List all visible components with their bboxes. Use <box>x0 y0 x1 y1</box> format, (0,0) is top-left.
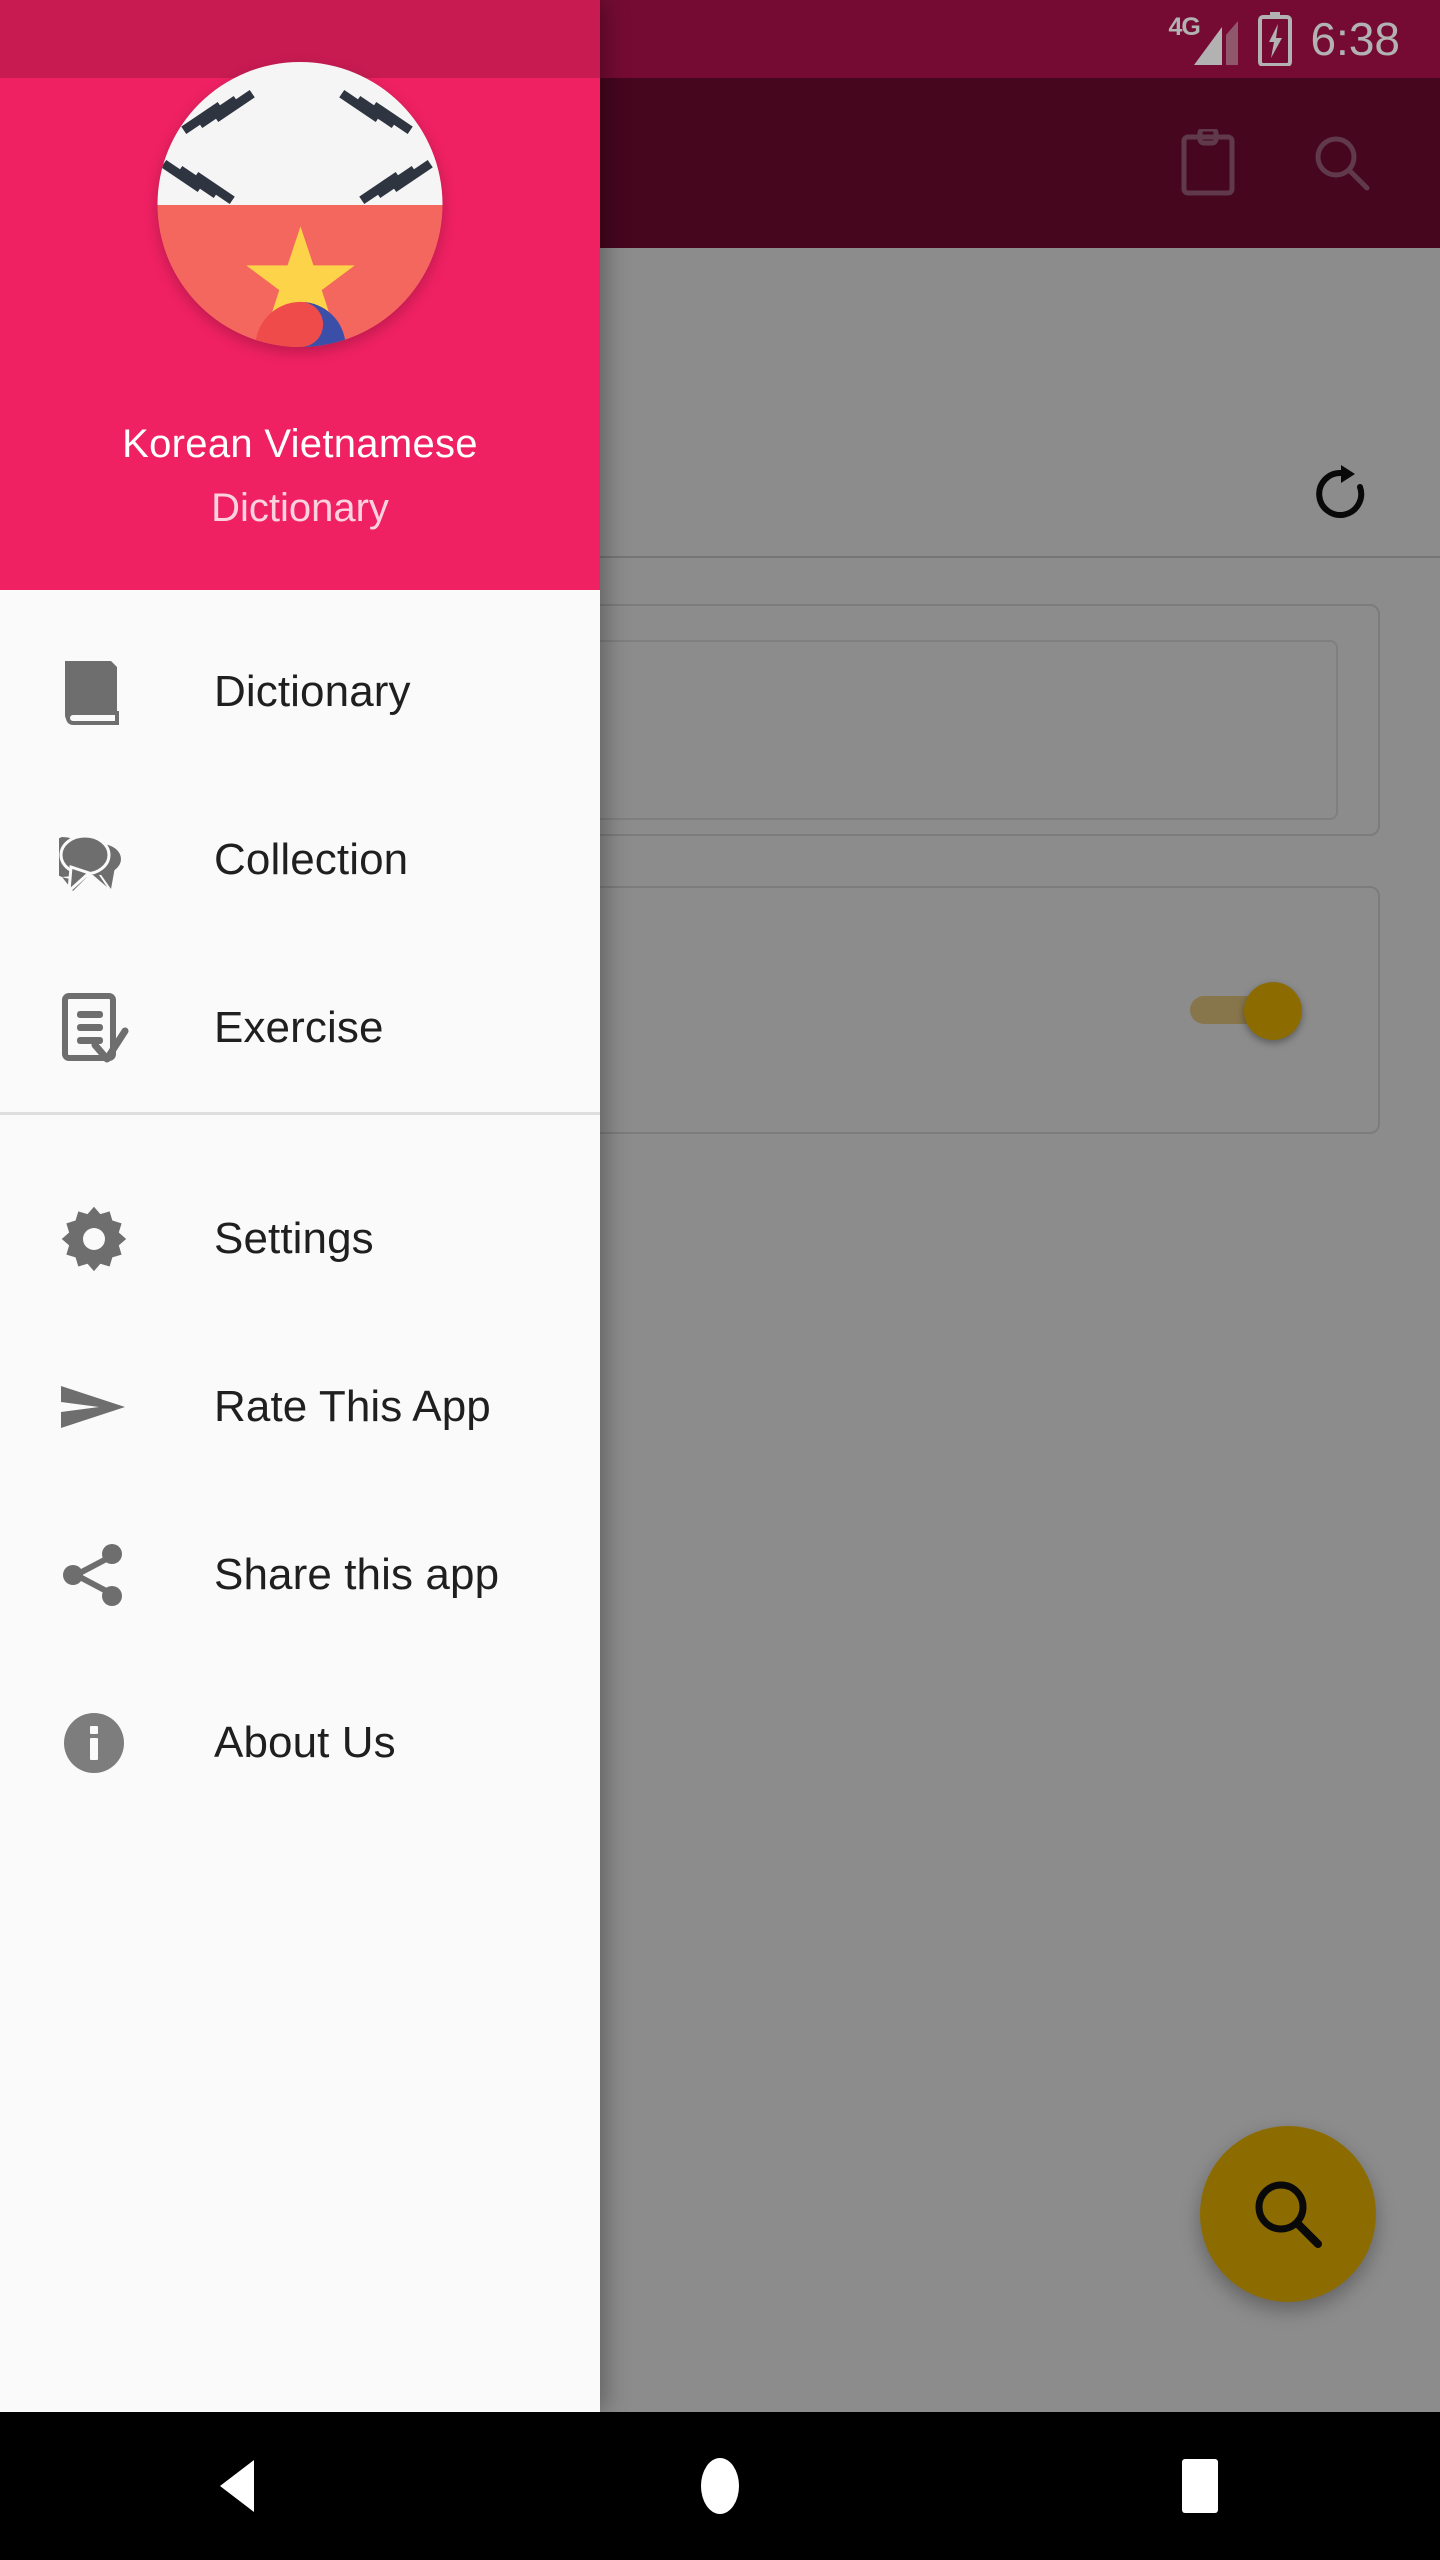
menu-item-label: About Us <box>214 1718 396 1767</box>
phone-screen: 4G 6:38 Korean Vietnamese Dictionary Dic… <box>0 0 1440 2560</box>
app-subtitle: Dictionary <box>211 486 389 530</box>
menu-item-label: Share this app <box>214 1550 500 1599</box>
recents-square-icon[interactable] <box>1125 2412 1275 2560</box>
menu-item-settings[interactable]: Settings <box>0 1155 600 1323</box>
menu-item-label: Collection <box>214 835 409 884</box>
menu-item-about-us[interactable]: About Us <box>0 1659 600 1827</box>
navigation-drawer: Korean Vietnamese Dictionary Dictionary <box>0 0 600 2412</box>
menu-item-label: Exercise <box>214 1003 384 1052</box>
menu-item-share-this-app[interactable]: Share this app <box>0 1491 600 1659</box>
korean-flag-half <box>157 62 443 205</box>
book-icon <box>58 656 130 728</box>
menu-item-collection[interactable]: Collection <box>0 776 600 944</box>
korea-vietnam-flag-logo <box>157 62 443 347</box>
system-navigation-bar <box>0 2412 1440 2560</box>
menu-group-primary: Dictionary Collection Exercise <box>0 590 600 1112</box>
menu-item-dictionary[interactable]: Dictionary <box>0 608 600 776</box>
menu-item-exercise[interactable]: Exercise <box>0 944 600 1112</box>
app-title: Korean Vietnamese <box>122 422 478 466</box>
document-check-icon <box>58 992 130 1064</box>
info-circle-icon <box>58 1707 130 1779</box>
back-triangle-icon[interactable] <box>165 2412 315 2560</box>
chat-bubbles-icon <box>58 824 130 896</box>
menu-item-rate-this-app[interactable]: Rate This App <box>0 1323 600 1491</box>
drawer-menu: Dictionary Collection Exercise Settings … <box>0 590 600 2412</box>
home-circle-icon[interactable] <box>645 2412 795 2560</box>
gear-icon <box>58 1203 130 1275</box>
menu-item-label: Rate This App <box>214 1382 491 1431</box>
share-icon <box>58 1539 130 1611</box>
send-arrow-icon <box>58 1371 130 1443</box>
drawer-header: Korean Vietnamese Dictionary <box>0 0 600 590</box>
menu-item-label: Settings <box>214 1214 374 1263</box>
menu-item-label: Dictionary <box>214 667 411 716</box>
taegeuk-icon <box>254 301 346 347</box>
menu-group-secondary: Settings Rate This App Share this app Ab… <box>0 1115 600 1827</box>
